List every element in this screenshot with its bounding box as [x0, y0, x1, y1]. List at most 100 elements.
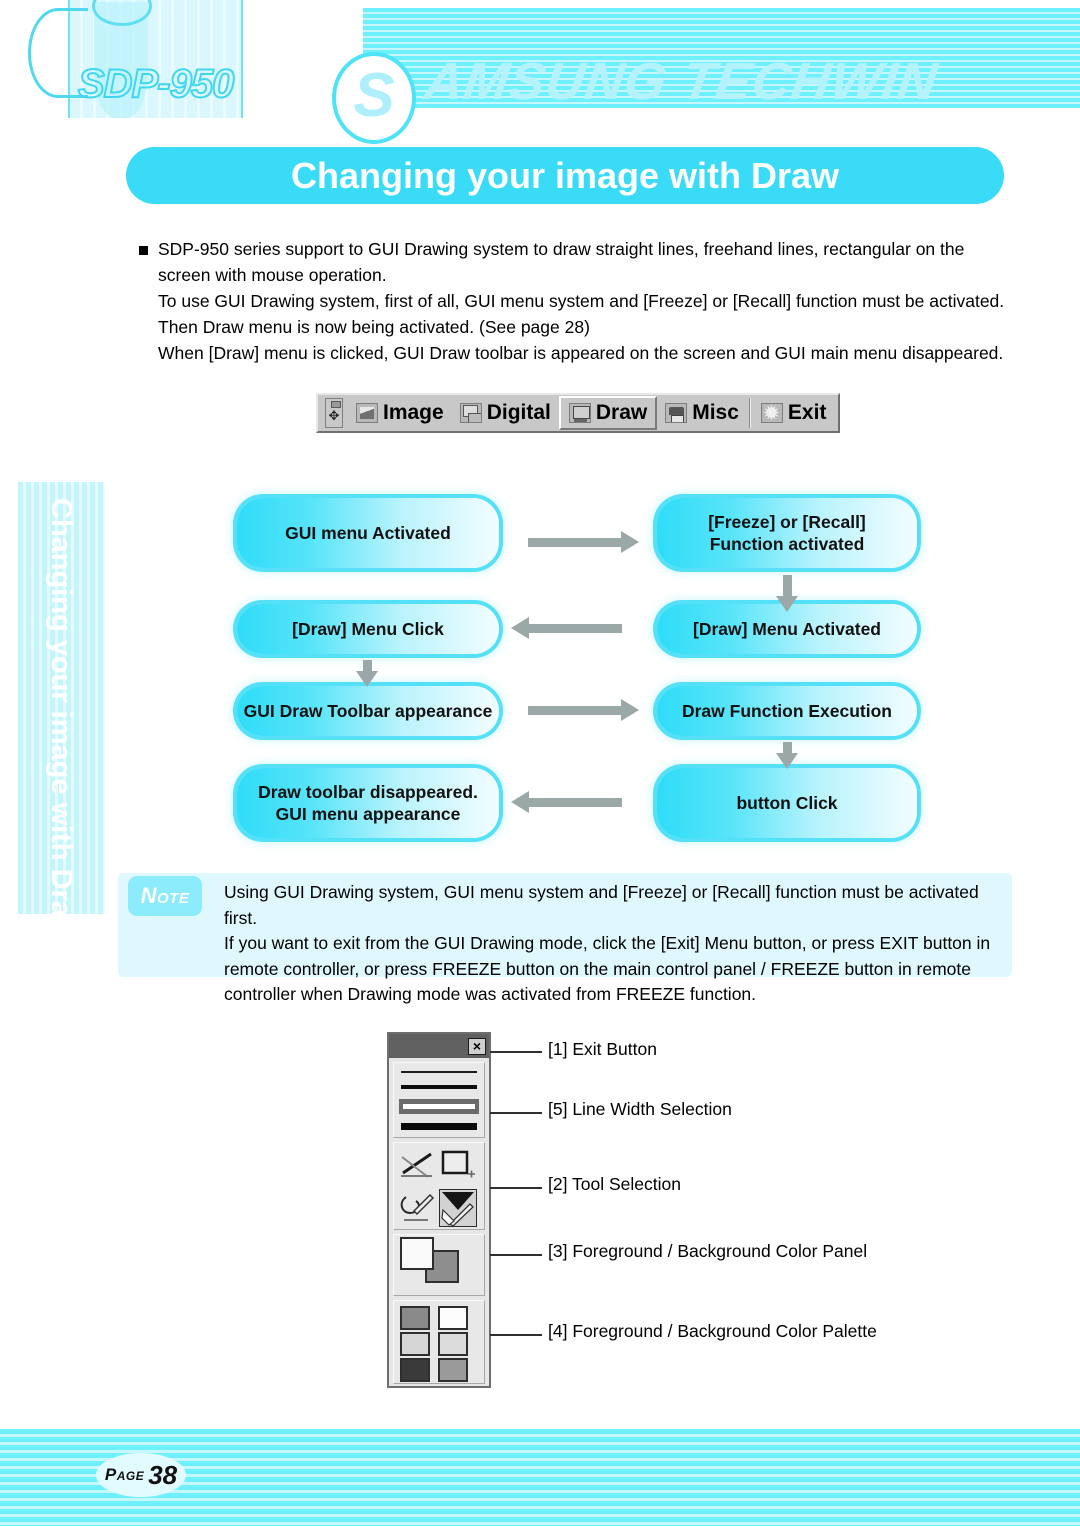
flow-box-draw-menu-click: [Draw] Menu Click — [237, 604, 499, 654]
flow-box-draw-function-execution-label: Draw Function Execution — [681, 701, 893, 721]
close-icon[interactable]: × — [468, 1037, 486, 1055]
menu-item-draw-label: Draw — [595, 401, 648, 424]
flow-box-toolbar-disappeared-line2: GUI menu appearance — [275, 804, 461, 824]
flow-box-freeze-recall-line1: [Freeze] or [Recall] — [708, 512, 866, 532]
line-width-option-1[interactable] — [401, 1071, 477, 1073]
flow-box-gui-menu-activated: GUI menu Activated — [237, 498, 499, 568]
line-width-option-3-selected[interactable] — [399, 1099, 479, 1114]
menu-item-digital-label: Digital — [486, 401, 551, 424]
flow-arrow-6-down-icon — [776, 742, 798, 769]
palette-swatch-6[interactable] — [438, 1358, 468, 1382]
foreground-color-swatch[interactable] — [400, 1237, 434, 1270]
note-line-1: Using GUI Drawing system, GUI menu syste… — [224, 882, 979, 928]
fg-bg-color-panel — [393, 1234, 485, 1296]
intro-block: SDP-950 series support to GUI Drawing sy… — [139, 236, 1019, 366]
flow-arrow-3-left-icon — [511, 617, 622, 639]
draw-toolbar-window: × — [387, 1032, 491, 1388]
flow-arrow-1-right-icon — [528, 531, 639, 553]
menu-item-image-label: Image — [383, 401, 444, 424]
palette-swatch-1[interactable] — [400, 1306, 430, 1330]
flow-box-draw-menu-activated-label: [Draw] Menu Activated — [693, 619, 881, 639]
palette-swatch-4[interactable] — [438, 1332, 468, 1356]
note-line-3: remote controller, or press FREEZE butto… — [224, 958, 972, 979]
menu-item-digital[interactable]: Digital — [452, 396, 559, 430]
page-number-badge: Page 38 — [96, 1453, 186, 1497]
palette-swatch-5[interactable] — [400, 1358, 430, 1382]
palette-swatch-2[interactable] — [438, 1306, 468, 1330]
line-width-option-2[interactable] — [401, 1085, 477, 1089]
menubar-separator — [748, 398, 751, 428]
menu-item-exit[interactable]: Exit — [753, 396, 835, 430]
image-icon — [356, 403, 378, 423]
flow-arrow-5-right-icon — [528, 699, 639, 721]
line-width-option-3-line — [403, 1104, 475, 1109]
digital-icon — [459, 403, 482, 423]
flow-box-draw-function-execution: Draw Function Execution — [657, 686, 917, 736]
color-palette-panel — [393, 1300, 485, 1384]
callout-leader-1 — [490, 1051, 542, 1053]
callout-label-3: [3] Foreground / Background Color Panel — [548, 1241, 868, 1261]
flow-box-toolbar-disappeared: Draw toolbar disappeared. GUI menu appea… — [237, 768, 499, 838]
side-tab-label: Changing your image with Draw — [45, 498, 78, 940]
product-model-label: SDP-950 — [77, 61, 235, 107]
bullet-icon — [139, 246, 148, 255]
manual-page: SDP-950 S AMSUNG TECHWIN Changing your i… — [0, 0, 1080, 1526]
flow-box-draw-menu-click-label: [Draw] Menu Click — [292, 619, 444, 639]
callout-label-1: [1] Exit Button — [548, 1039, 657, 1059]
brand-s-letter: S — [353, 61, 395, 130]
callout-leader-3 — [490, 1254, 542, 1256]
palette-swatch-3[interactable] — [400, 1332, 430, 1356]
toolbar-titlebar: × — [389, 1034, 489, 1058]
line-tool-icon[interactable] — [398, 1147, 436, 1185]
note-text: Using GUI Drawing system, GUI menu syste… — [224, 880, 1014, 1008]
line-width-panel — [393, 1062, 485, 1138]
tool-selection-panel — [393, 1142, 485, 1230]
note-badge: Note — [128, 876, 202, 916]
flow-box-button-click: button Click — [657, 768, 917, 838]
callout-leader-5 — [490, 1112, 542, 1114]
flow-box-freeze-recall-label: [Freeze] or [Recall] Function activated — [708, 511, 866, 555]
flow-box-freeze-recall: [Freeze] or [Recall] Function activated — [657, 498, 917, 568]
flow-arrow-2-down-icon — [776, 575, 798, 612]
intro-line-4: Then Draw menu is now being activated. (… — [158, 317, 590, 337]
menu-item-image[interactable]: Image — [348, 396, 452, 430]
callout-label-2: [2] Tool Selection — [548, 1174, 681, 1194]
draw-icon — [568, 403, 591, 423]
callout-leader-2 — [490, 1187, 542, 1189]
flow-box-toolbar-disappeared-label: Draw toolbar disappeared. GUI menu appea… — [258, 781, 478, 825]
note-line-4: controller when Drawing mode was activat… — [224, 984, 757, 1004]
callout-label-5: [5] Line Width Selection — [548, 1099, 732, 1119]
flow-box-toolbar-appearance-label: GUI Draw Toolbar appearance — [243, 701, 493, 721]
menu-item-draw[interactable]: Draw — [558, 396, 658, 430]
fill-tool-icon[interactable] — [439, 1189, 477, 1227]
flow-box-toolbar-disappeared-line1: Draw toolbar disappeared. — [258, 782, 478, 802]
note-line-2: If you want to exit from the GUI Drawing… — [224, 933, 991, 953]
exit-icon — [760, 403, 783, 423]
menu-item-misc[interactable]: Misc — [657, 396, 747, 430]
flow-box-freeze-recall-line2: Function activated — [709, 534, 865, 554]
intro-line-3: To use GUI Drawing system, first of all,… — [158, 291, 1005, 311]
gui-menubar: Image Digital Draw Misc Exit — [316, 393, 841, 433]
freehand-tool-icon[interactable] — [398, 1189, 436, 1227]
page-title: Changing your image with Draw — [126, 147, 1004, 204]
note-badge-label: Note — [140, 883, 190, 908]
flow-box-toolbar-appearance: GUI Draw Toolbar appearance — [237, 686, 499, 736]
misc-icon — [665, 403, 688, 423]
page-footer: Page 38 — [0, 1429, 1080, 1526]
flow-box-button-click-label: button Click — [736, 793, 838, 813]
flow-arrow-4-down-icon — [356, 660, 378, 687]
move-grip-icon[interactable] — [325, 398, 343, 428]
callout-leader-4 — [490, 1334, 542, 1336]
line-width-option-4[interactable] — [401, 1123, 477, 1130]
menu-item-exit-label: Exit — [787, 401, 827, 424]
flow-arrow-7-left-icon — [511, 791, 622, 813]
intro-line-5: When [Draw] menu is clicked, GUI Draw to… — [158, 343, 1004, 363]
menu-item-misc-label: Misc — [692, 401, 739, 424]
brand-wordmark: AMSUNG TECHWIN — [420, 53, 942, 111]
brand-s-logo: S — [332, 52, 416, 144]
rectangle-tool-icon[interactable] — [439, 1147, 477, 1185]
flow-box-gui-menu-activated-label: GUI menu Activated — [285, 523, 451, 543]
intro-line-2: screen with mouse operation. — [158, 265, 387, 285]
callout-label-4: [4] Foreground / Background Color Palett… — [548, 1321, 877, 1341]
page-number: 38 — [148, 1459, 178, 1490]
